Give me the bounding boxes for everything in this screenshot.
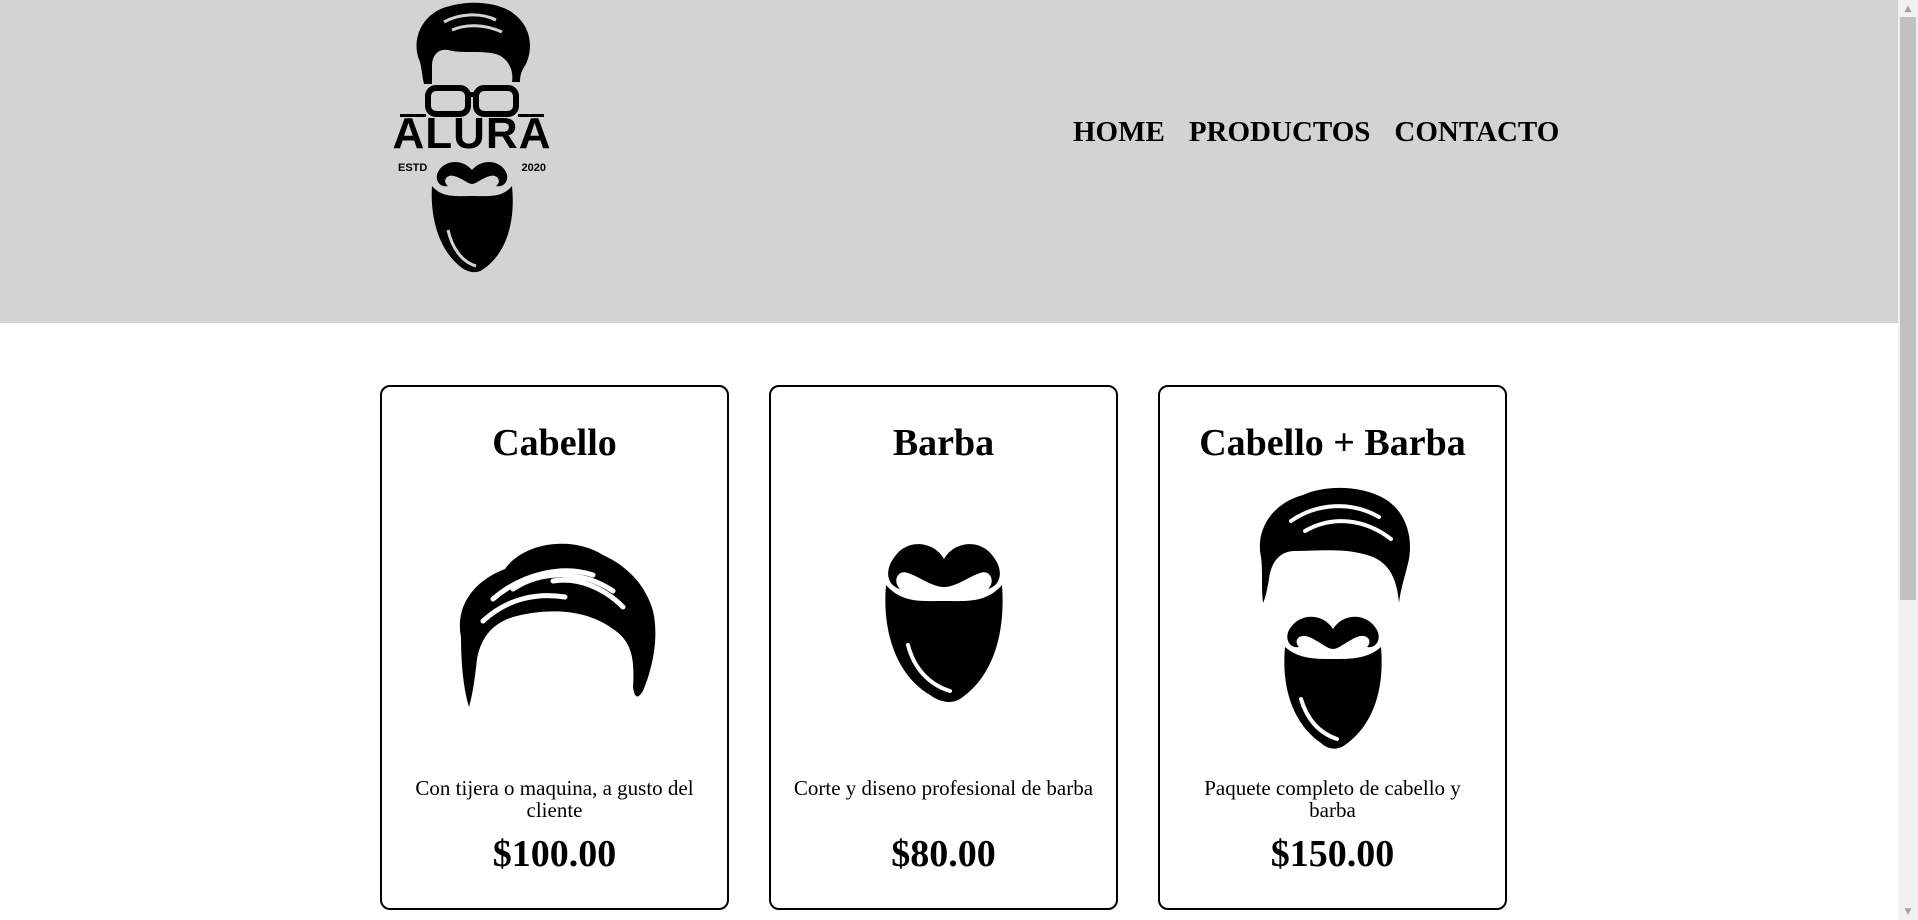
logo-estd-text: ESTD (398, 162, 428, 174)
product-title: Barba (892, 422, 995, 464)
product-price: $150.00 (1270, 833, 1395, 875)
main-nav: HOME PRODUCTOS CONTACTO (1073, 115, 1559, 149)
product-price: $100.00 (492, 833, 617, 875)
product-price: $80.00 (891, 833, 996, 875)
product-description: Corte y diseno profesional de barba (793, 776, 1094, 800)
scrollbar-thumb[interactable] (1900, 17, 1916, 600)
products-list: Cabello Con tijera o maquina, a gusto de… (380, 385, 1507, 910)
product-title: Cabello + Barba (1199, 422, 1466, 464)
alura-logo[interactable]: ALURA ESTD 2020 (392, 0, 552, 276)
logo-year-text: 2020 (521, 162, 546, 174)
beard-icon (771, 535, 1116, 705)
product-card-cabello-barba: Cabello + Barba Paquete completo de cabe… (1158, 385, 1507, 910)
page: ALURA ESTD 2020 HOME PRODUCTOS CONTACTO … (0, 0, 1918, 920)
scroll-down-arrow-icon[interactable]: ▼ (1898, 903, 1918, 920)
product-card-cabello: Cabello Con tijera o maquina, a gusto de… (380, 385, 729, 910)
product-title: Cabello (492, 422, 617, 464)
site-header: ALURA ESTD 2020 HOME PRODUCTOS CONTACTO (0, 0, 1898, 323)
product-description: Con tijera o maquina, a gusto del client… (415, 776, 694, 822)
hair-icon (382, 537, 727, 709)
nav-productos-link[interactable]: PRODUCTOS (1189, 115, 1371, 149)
vertical-scrollbar[interactable]: ▲ ▼ (1898, 0, 1918, 920)
hair-and-beard-icon (1160, 487, 1505, 751)
product-description: Paquete completo de cabello y barba (1204, 776, 1461, 822)
nav-home-link[interactable]: HOME (1073, 115, 1165, 149)
logo-brand-text: ALURA (392, 109, 552, 158)
product-card-barba: Barba Corte y diseno profesional de barb… (769, 385, 1118, 910)
nav-contacto-link[interactable]: CONTACTO (1394, 115, 1559, 149)
scroll-up-arrow-icon[interactable]: ▲ (1898, 0, 1918, 17)
